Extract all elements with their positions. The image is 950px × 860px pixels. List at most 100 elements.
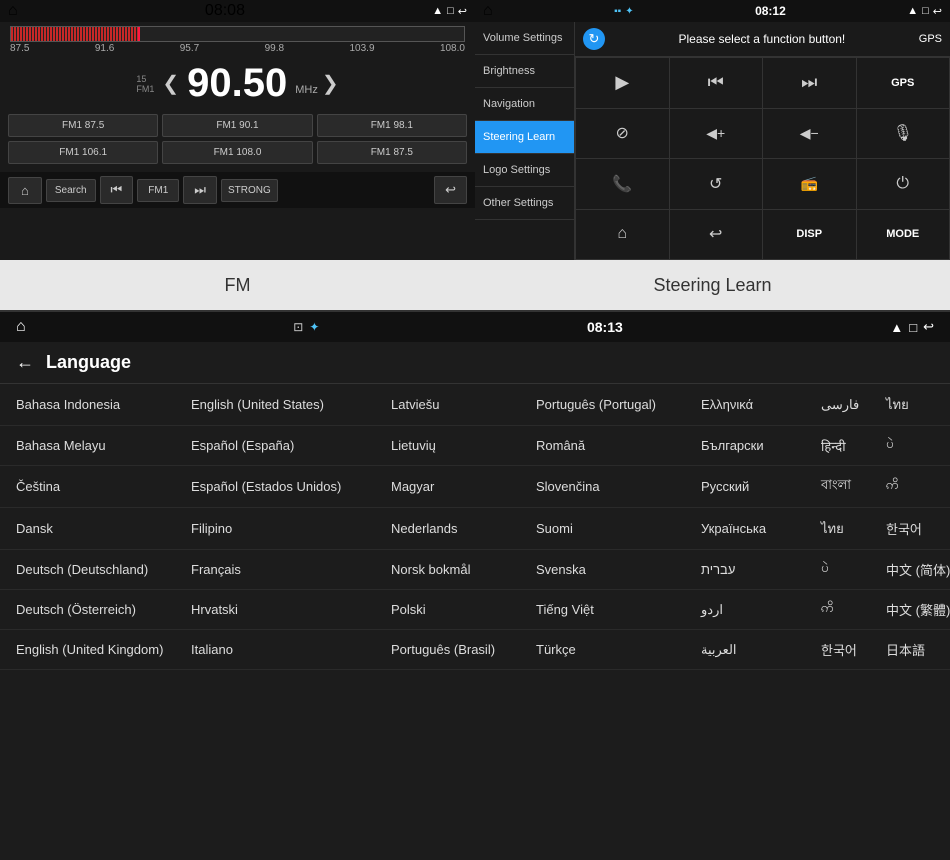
steer-gps-btn[interactable]: GPS: [857, 58, 950, 108]
lang-back-btn[interactable]: ←: [16, 352, 34, 373]
steer-mic-btn[interactable]: 🎙: [857, 109, 950, 159]
steering-bt-icon: ✦: [625, 6, 633, 17]
fm-label-btn[interactable]: FM1: [137, 179, 179, 202]
fm-status-bar: ⌂ 08:08 ▲□↩: [0, 0, 475, 22]
fm-level: 15: [136, 74, 146, 84]
lang-cell: ไทย: [886, 394, 950, 415]
fm-preset-1[interactable]: FM1 87.5: [8, 114, 158, 137]
fm-prev-btn[interactable]: ⏮: [100, 176, 134, 204]
fm-search-btn[interactable]: Search: [46, 179, 96, 202]
lang-header: ← Language: [0, 342, 950, 384]
lang-home-icon: ⌂: [16, 318, 26, 336]
fm-next-btn[interactable]: ⏭: [183, 176, 217, 204]
lang-cell: 한국어: [886, 519, 950, 538]
steering-panel: ⌂ ▪▪ ✦ 08:12 ▲□↩ Volume Settings Brightn…: [475, 0, 950, 260]
steer-prev-btn[interactable]: ⏮: [670, 58, 763, 108]
lang-cell: ဢိ: [821, 600, 886, 619]
lang-cell: Nederlands: [391, 521, 536, 536]
steering-home-icon: ⌂: [483, 2, 493, 20]
steering-time: 08:12: [755, 4, 786, 18]
lang-cell: Lietuvių: [391, 438, 536, 453]
fm-home-btn[interactable]: ⌂: [8, 177, 42, 204]
fm-frequency-display: 90.50: [179, 61, 295, 106]
lang-cell: Português (Portugal): [536, 397, 701, 412]
lang-cell: ဢိ: [886, 477, 950, 496]
steer-play-btn[interactable]: ▶: [576, 58, 669, 108]
lang-cell: English (United Kingdom): [16, 642, 191, 657]
fm-mhz-label: MHz: [295, 84, 318, 96]
steer-phone-btn[interactable]: 📞: [576, 159, 669, 209]
lang-cell: Ελληνικά: [701, 397, 821, 412]
steer-back2-btn[interactable]: ↩: [670, 210, 763, 260]
sidebar-item-logo[interactable]: Logo Settings: [475, 154, 574, 187]
steer-vol-down-btn[interactable]: ◀−: [763, 109, 856, 159]
steer-radio-btn[interactable]: 📻: [763, 159, 856, 209]
fm-band-label: FM1: [136, 84, 154, 94]
steer-vol-up-btn[interactable]: ◀+: [670, 109, 763, 159]
lang-cell: 한국어: [821, 640, 886, 659]
sidebar-item-brightness[interactable]: Brightness: [475, 55, 574, 88]
sidebar-item-other[interactable]: Other Settings: [475, 187, 574, 220]
lang-row[interactable]: Čeština Español (Estados Unidos) Magyar …: [0, 466, 950, 508]
steer-mute-btn[interactable]: ⊘: [576, 109, 669, 159]
lang-cell: বাংলা: [821, 476, 886, 497]
lang-cell: Čeština: [16, 479, 191, 494]
fm-panel: ⌂ 08:08 ▲□↩ 87.591.695.799.8103.9108.0: [0, 0, 475, 260]
fm-back-btn[interactable]: ↩: [434, 176, 467, 204]
sidebar-item-volume[interactable]: Volume Settings: [475, 22, 574, 55]
steer-disp-btn[interactable]: DISP: [763, 210, 856, 260]
lang-row[interactable]: English (United Kingdom) Italiano Portug…: [0, 630, 950, 670]
lang-cell: العربية: [701, 642, 821, 658]
fm-presets: FM1 87.5 FM1 90.1 FM1 98.1 FM1 106.1 FM1…: [0, 110, 475, 172]
steer-mode-btn[interactable]: MODE: [857, 210, 950, 260]
sidebar-item-navigation[interactable]: Navigation: [475, 88, 574, 121]
lang-row[interactable]: Bahasa Indonesia English (United States)…: [0, 384, 950, 426]
lang-row[interactable]: Deutsch (Österreich) Hrvatski Polski Tiế…: [0, 590, 950, 630]
fm-strong-btn[interactable]: STRONG: [221, 179, 278, 202]
lang-cell: Italiano: [191, 642, 391, 657]
refresh-icon[interactable]: ↻: [583, 28, 605, 50]
lang-row[interactable]: Deutsch (Deutschland) Français Norsk bok…: [0, 550, 950, 590]
fm-preset-2[interactable]: FM1 90.1: [162, 114, 312, 137]
lang-cell: Deutsch (Deutschland): [16, 562, 191, 577]
fm-bottom-label: FM: [0, 260, 475, 310]
lang-cell: Français: [191, 562, 391, 577]
fm-home-icon: ⌂: [8, 2, 18, 20]
steer-rotate-btn[interactable]: ↺: [670, 159, 763, 209]
lang-cell: Svenska: [536, 562, 701, 577]
lang-cell: हिन्दी: [821, 437, 886, 455]
fm-arrow-right[interactable]: ❯: [322, 71, 339, 96]
lang-cell: ပဲ: [821, 560, 886, 579]
fm-time: 08:08: [205, 2, 245, 20]
lang-cell: 日本語: [886, 640, 950, 659]
lang-cell: Hrvatski: [191, 602, 391, 617]
lang-cell: ပဲ: [886, 436, 950, 455]
steer-next-btn[interactable]: ⏭: [763, 58, 856, 108]
lang-cell: Slovenčina: [536, 479, 701, 494]
lang-cell: Bahasa Indonesia: [16, 397, 191, 412]
lang-cell: Türkçe: [536, 642, 701, 657]
fm-frequency-bar: 87.591.695.799.8103.9108.0: [0, 22, 475, 57]
lang-cell: Suomi: [536, 521, 701, 536]
lang-cell: Română: [536, 438, 701, 453]
steering-prompt: Please select a function button!: [613, 32, 911, 46]
lang-row[interactable]: Bahasa Melayu Español (España) Lietuvių …: [0, 426, 950, 466]
fm-preset-5[interactable]: FM1 108.0: [162, 141, 312, 164]
lang-row[interactable]: Dansk Filipino Nederlands Suomi Українсь…: [0, 508, 950, 550]
lang-cell: Polski: [391, 602, 536, 617]
fm-preset-3[interactable]: FM1 98.1: [317, 114, 467, 137]
lang-cell: 中文 (简体): [886, 560, 950, 579]
fm-arrow-left[interactable]: ❮: [162, 71, 179, 96]
steering-content: Volume Settings Brightness Navigation St…: [475, 22, 950, 260]
freq-numbers: 87.591.695.799.8103.9108.0: [10, 42, 465, 55]
lang-cell: Filipino: [191, 521, 391, 536]
fm-preset-4[interactable]: FM1 106.1: [8, 141, 158, 164]
lang-cell: Українська: [701, 521, 821, 536]
steer-home-btn[interactable]: ⌂: [576, 210, 669, 260]
lang-status-bar: ⌂ ⊡ ✦ 08:13 ▲□↩: [0, 312, 950, 342]
lang-cell: Português (Brasil): [391, 642, 536, 657]
sidebar-item-steering[interactable]: Steering Learn: [475, 121, 574, 154]
steer-power-btn[interactable]: ⏻: [857, 159, 950, 209]
lang-cell: English (United States): [191, 397, 391, 412]
fm-preset-6[interactable]: FM1 87.5: [317, 141, 467, 164]
